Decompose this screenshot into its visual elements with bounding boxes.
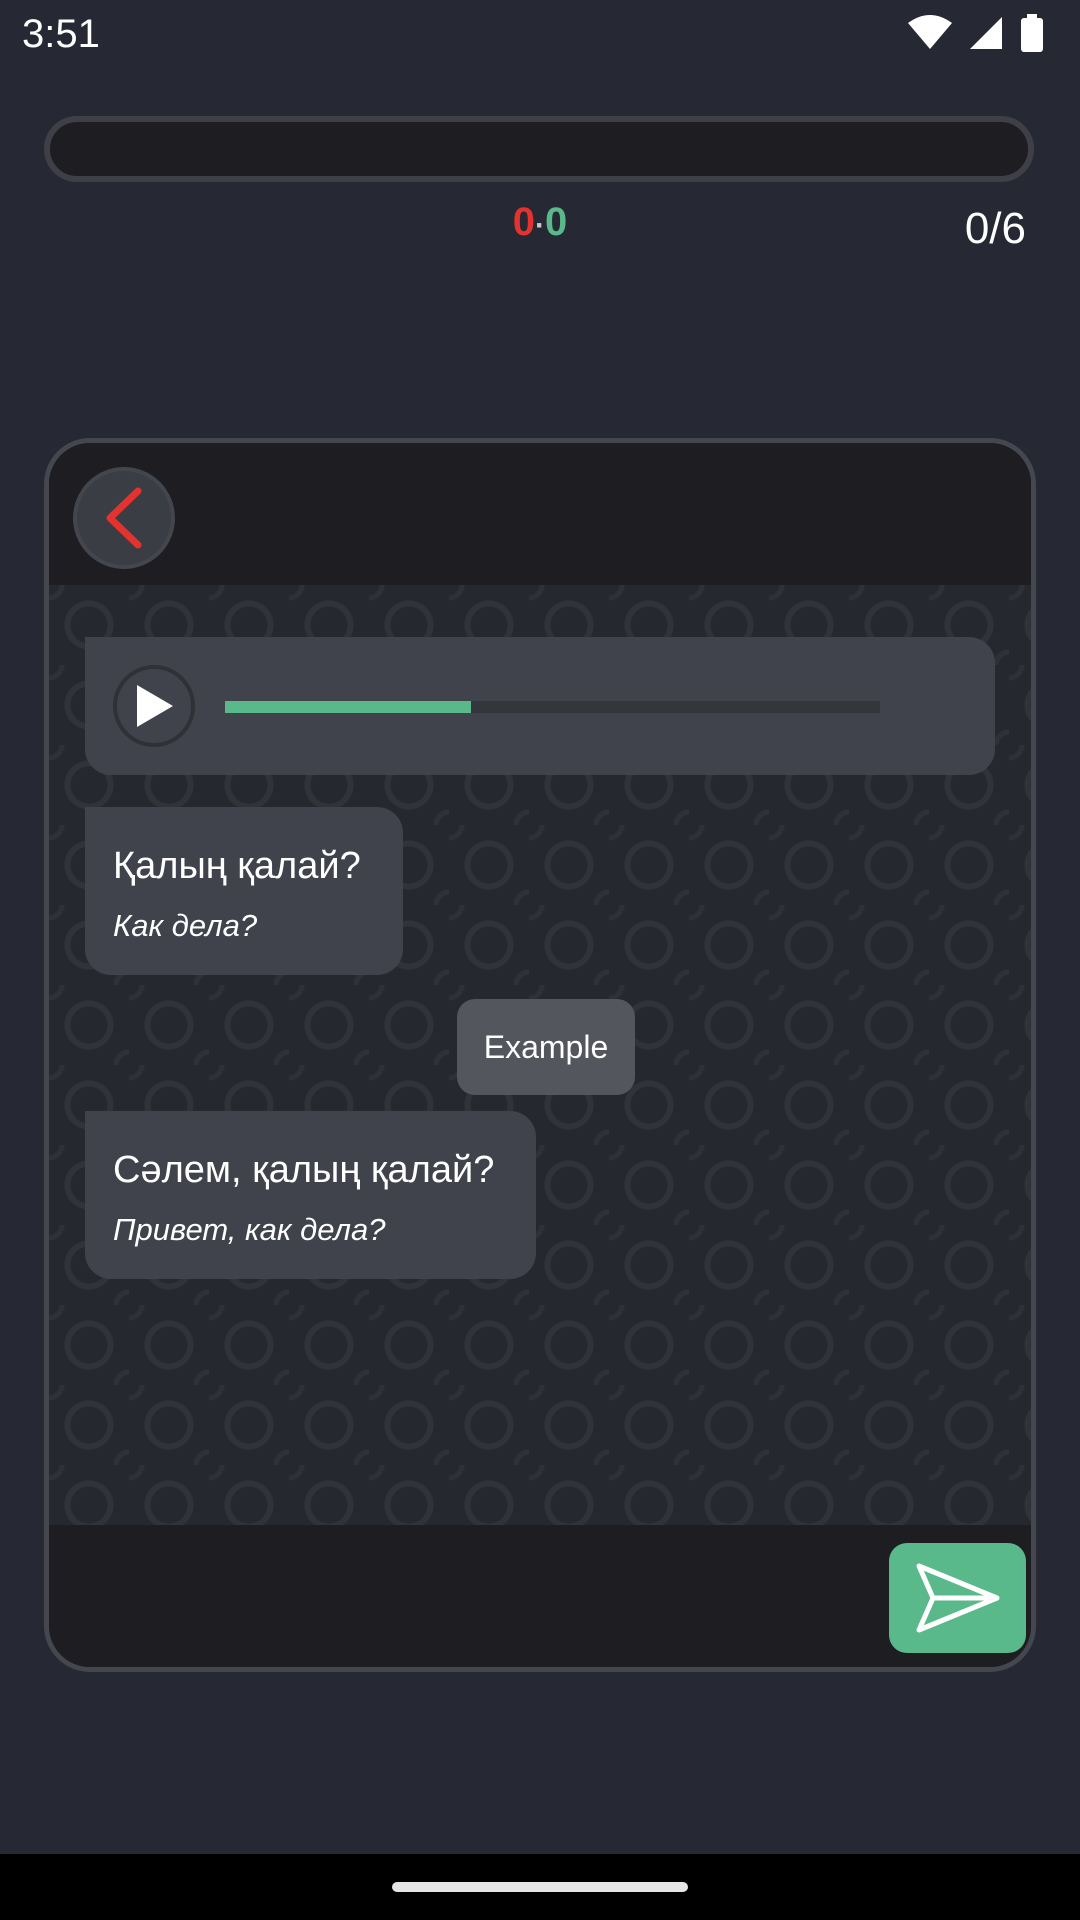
message-bubble: Қалың қалай? Как дела? [85,807,403,975]
chat-card: Қалың қалай? Как дела? Example Сәлем, қа… [44,438,1036,1672]
correct-count: 0 [545,200,568,244]
message-input-bar[interactable] [49,1525,1031,1667]
cell-signal-icon [970,17,1002,49]
play-button[interactable] [113,665,195,747]
wrong-count: 0 [512,200,535,244]
home-gesture-handle[interactable] [392,1882,688,1892]
score-display: 0·0 [0,200,1080,245]
score-separator: · [535,209,545,242]
example-button[interactable]: Example [457,999,635,1095]
audio-progress-bar[interactable] [225,701,880,713]
status-time: 3:51 [22,12,100,56]
audio-progress-fill [225,701,472,713]
send-icon [916,1563,999,1633]
message-bubble: Сәлем, қалың қалай? Привет, как дела? [85,1111,536,1279]
card-header [49,443,1031,585]
message-translation: Привет, как дела? [113,1212,386,1247]
send-button[interactable] [889,1543,1026,1653]
back-button[interactable] [73,467,175,569]
battery-icon [1021,14,1043,52]
play-icon [137,685,173,727]
chevron-left-icon [106,487,142,549]
wifi-icon [908,15,952,49]
lesson-progress-bar [44,116,1034,182]
chat-area[interactable]: Қалың қалай? Как дела? Example Сәлем, қа… [49,585,1031,1525]
message-text: Сәлем, қалың қалай? [113,1149,495,1191]
status-bar: 3:51 [0,0,1080,70]
message-text: Қалың қалай? [113,845,361,887]
message-translation: Как дела? [113,908,258,943]
status-icons [908,14,1044,52]
question-counter: 0/6 [964,204,1026,253]
audio-message [85,637,995,775]
